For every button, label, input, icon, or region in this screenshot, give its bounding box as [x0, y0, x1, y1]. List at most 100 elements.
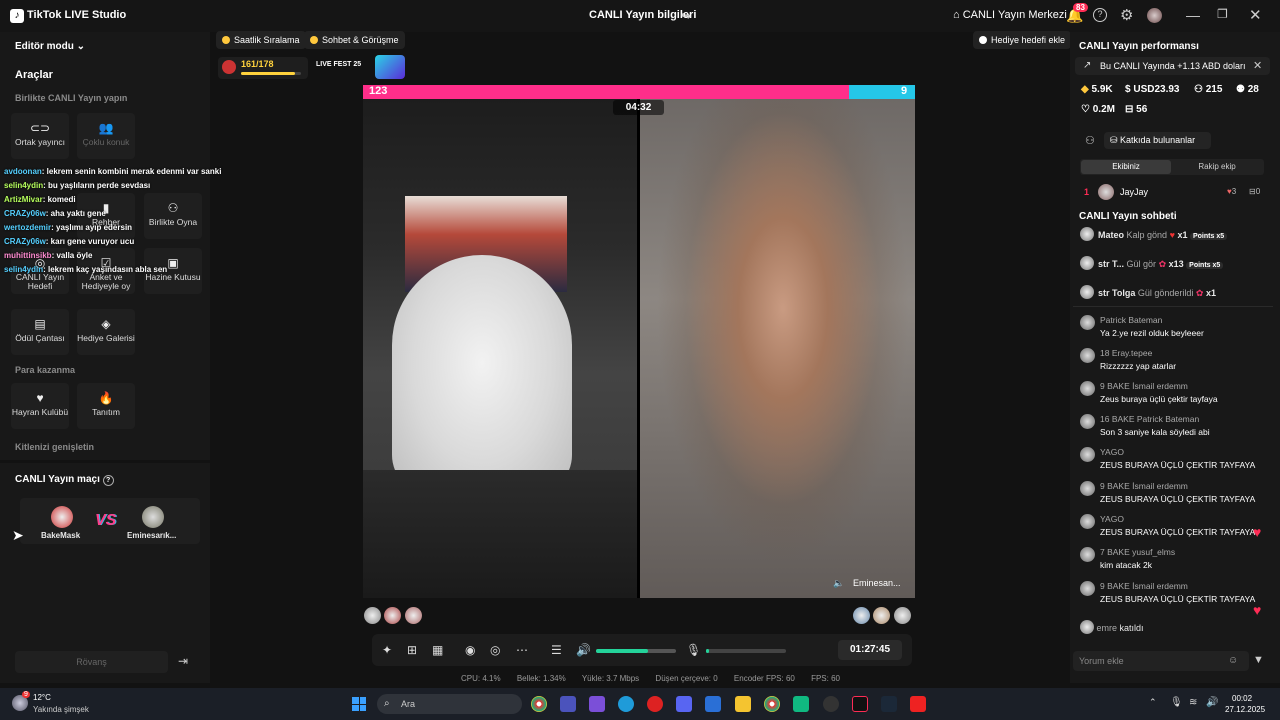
chat-meta: 7 BAKE yusuf_elms	[1100, 547, 1176, 557]
layout-icon[interactable]: ▦	[432, 643, 443, 657]
editor-mode-dropdown[interactable]: Editör modu ⌄	[15, 41, 85, 52]
avatar	[1080, 381, 1095, 396]
chat-message: 9 BAKE İsmail erdemm ZEUS BURAYA ÜÇLÜ ÇEK…	[1080, 481, 1275, 507]
contributor-likes-value: 3	[1231, 187, 1237, 196]
contributor-likes: ♥3	[1227, 187, 1236, 196]
tab-ours[interactable]: Ekibiniz	[1081, 162, 1171, 171]
heart-icon: ♥	[36, 391, 44, 405]
tool-fan-club[interactable]: ♥ Hayran Kulübü	[11, 383, 69, 429]
hourly-ranking-button[interactable]: Saatlik Sıralama	[216, 31, 306, 49]
split-divider	[638, 99, 640, 598]
tiktok-live-icon[interactable]	[852, 696, 868, 712]
chat-message: Patrick Bateman Ya 2.ye rezil olduk beyle…	[1080, 315, 1275, 341]
tool-gift-gallery[interactable]: ◈ Hediye Galerisi	[77, 309, 135, 355]
chrome-icon[interactable]	[764, 696, 780, 712]
steam-icon[interactable]	[881, 696, 897, 712]
volume-fill	[596, 649, 648, 653]
taskbar	[0, 688, 1280, 720]
chat-text: Zeus buraya üçlü çektir tayfaya	[1100, 394, 1218, 404]
filter-icon[interactable]: ▼	[1253, 654, 1264, 666]
emoji-icon[interactable]: ☺	[1228, 655, 1238, 666]
overlay-line: ArtizMivar: komedi	[4, 193, 219, 207]
folder-icon[interactable]	[735, 696, 751, 712]
wifi-icon[interactable]: ≋	[1189, 697, 1197, 708]
minimize-icon[interactable]: —	[1186, 7, 1200, 23]
teams-icon[interactable]	[560, 696, 576, 712]
tool-reward-bag[interactable]: ▤ Ödül Çantası	[11, 309, 69, 355]
add-gift-goal-button[interactable]: Hediye hedefi ekle	[973, 31, 1072, 49]
opponent-name: Eminesan...	[853, 578, 901, 588]
users-icon: ⚇	[1194, 84, 1203, 95]
progress-fill	[241, 72, 295, 75]
host-mask	[392, 255, 572, 495]
volume-icon[interactable]: 🔊	[1206, 697, 1218, 708]
youtube-icon[interactable]	[910, 696, 926, 712]
contributors-button[interactable]: ⛁ Katkıda bulunanlar	[1104, 132, 1211, 149]
avatar	[1080, 620, 1094, 634]
contributor-gifts: ⊟0	[1249, 187, 1260, 196]
start-tile	[352, 697, 359, 704]
overlay-user: CRAZy06w	[4, 237, 46, 246]
app-icon[interactable]	[589, 696, 605, 712]
chat-message: 16 BAKE Patrick Bateman Son 3 saniye kala…	[1080, 414, 1275, 440]
comment-input[interactable]: Yorum ekle	[1073, 651, 1249, 671]
chrome-icon[interactable]	[531, 696, 547, 712]
heart-icon: ♡	[1081, 104, 1090, 115]
gift-action: Kalp gönd	[1126, 230, 1168, 240]
score-right: 9	[901, 85, 908, 97]
app-icon[interactable]	[793, 696, 809, 712]
mic-slider[interactable]	[706, 649, 786, 653]
gear-icon[interactable]: ⚙	[1120, 6, 1133, 24]
speaker-icon[interactable]: 🔈	[833, 578, 844, 589]
windows-start-icon[interactable]	[352, 697, 366, 711]
gift-count: x1	[1205, 288, 1216, 298]
section-together: Birlikte CANLI Yayın yapın	[15, 93, 128, 103]
microphone-icon[interactable]: 🎙	[686, 643, 701, 657]
tab-rival[interactable]: Rakip ekip	[1172, 162, 1262, 171]
gift-row: Mateo Kalp gönd ♥ x1 Points x5	[1080, 227, 1228, 243]
tool-cohost[interactable]: ⊂⊃ Ortak yayıncı	[11, 113, 69, 159]
chat-text: Rizzzzzz yap atarlar	[1100, 361, 1177, 371]
microphone-icon[interactable]: 🎙	[1170, 697, 1183, 708]
score-left: 123	[369, 85, 388, 97]
tool-promo[interactable]: 🔥 Tanıtım	[77, 383, 135, 429]
flame-icon: 🔥	[98, 391, 114, 405]
gift-count: x13	[1168, 259, 1184, 269]
mail-icon[interactable]	[705, 696, 721, 712]
kpi-viewers: ⚇ 215	[1194, 84, 1222, 95]
camera-icon[interactable]: ◎	[490, 643, 500, 657]
record-icon[interactable]: ◉	[465, 643, 475, 657]
overlay-line: avdoonan: lekrem senin kombini merak ede…	[4, 165, 221, 179]
exit-icon[interactable]: ⇥	[178, 654, 188, 668]
chat-meet-button[interactable]: Sohbet & Görüşme	[304, 31, 405, 49]
mixer-icon[interactable]: ☰	[551, 643, 562, 657]
opera-icon[interactable]	[647, 696, 663, 712]
info-icon[interactable]: ?	[102, 475, 114, 486]
maximize-icon[interactable]: ❐	[1217, 7, 1228, 21]
player2-avatar	[142, 506, 164, 528]
join-user: emre	[1096, 623, 1118, 633]
volume-icon[interactable]: 🔊	[576, 643, 591, 657]
magic-wand-icon[interactable]: ✦	[382, 643, 392, 657]
app-title: TikTok LIVE Studio	[27, 9, 127, 21]
share-icon[interactable]: ↪	[681, 9, 691, 23]
avatar[interactable]	[1147, 8, 1162, 23]
overlay-msg: : aha yaktı gene	[45, 209, 106, 218]
heart-gift-icon: ♥	[1169, 230, 1175, 240]
close-icon[interactable]: ✕	[1249, 6, 1262, 24]
more-icon[interactable]: ⋯	[516, 643, 528, 657]
match-panel	[0, 463, 210, 683]
mic-fill	[706, 649, 709, 653]
close-icon[interactable]: ✕	[1253, 59, 1262, 72]
discord-icon[interactable]	[676, 696, 692, 712]
chevron-up-icon[interactable]: ⌃	[1149, 697, 1157, 708]
add-source-icon[interactable]: ⊞	[407, 643, 417, 657]
edge-icon[interactable]	[618, 696, 634, 712]
app-icon[interactable]	[823, 696, 839, 712]
help-icon[interactable]: ?	[1093, 8, 1107, 22]
live-center-button[interactable]: ⌂ CANLI Yayın Merkezi	[953, 9, 1067, 21]
tool-multiguest[interactable]: 👥 Çoklu konuk	[77, 113, 135, 159]
taskbar-search[interactable]: Ara	[377, 694, 522, 714]
rematch-button[interactable]: Rövanş	[15, 651, 168, 673]
clock-date: 27.12.2025	[1225, 705, 1266, 714]
